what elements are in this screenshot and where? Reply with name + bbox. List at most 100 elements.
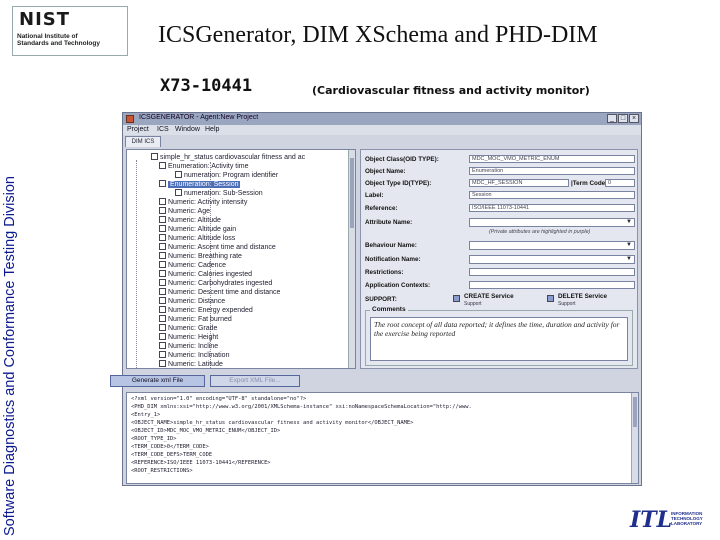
tree-item-label: numeration: Sub-Session — [184, 190, 263, 197]
tree-item-label: Numeric: Altitude gain — [168, 226, 237, 233]
tree-item-label: Numeric: Inclination — [168, 352, 230, 359]
itl-logo: ITL INFORMATION TECHNOLOGY LABORATORY — [630, 505, 710, 535]
object-node-icon — [159, 207, 166, 214]
slide-title: ICSGenerator, DIM XSchema and PHD-DIM — [158, 22, 598, 48]
xml-line: <OBJECT_ID>MDC_MOC_VMO_METRIC_ENUM</OBJE… — [131, 428, 281, 434]
division-side-text: Software Diagnostics and Conformance Tes… — [2, 176, 18, 536]
xml-line: <REFERENCE>ISO/IEEE 11073-10441</REFEREN… — [131, 460, 271, 466]
support-label: SUPPORT: — [365, 296, 397, 303]
tree-item-label: Numeric: Incline — [168, 343, 219, 350]
tree-guide-line — [136, 160, 137, 368]
tree-item-label: Numeric: Calories ingested — [168, 271, 253, 278]
tree-item-label: Numeric: Height — [168, 334, 219, 341]
behaviour-name-label: Behaviour Name: — [365, 242, 417, 249]
dim-object-tree[interactable]: simple_hr_status cardiovascular fitness … — [126, 149, 356, 369]
create-service-sublabel: Support — [464, 301, 482, 307]
xml-output-area[interactable]: <?xml version="1.0" encoding="UTF-8" sta… — [126, 392, 639, 484]
tree-item-label: numeration: Program identifier — [184, 172, 279, 179]
restrictions-label: Restrictions: — [365, 269, 404, 276]
application-contexts-label: Application Contexts: — [365, 282, 431, 289]
nist-logo-word: NIST — [19, 9, 71, 30]
object-node-icon — [159, 162, 166, 169]
comments-textarea[interactable]: The root concept of all data reported; i… — [370, 317, 628, 361]
menu-bar: Project ICS Window Help — [123, 125, 641, 135]
tree-item-label: Numeric: Cadence — [168, 262, 226, 269]
tree-item-label: Numeric: Altitude — [168, 217, 221, 224]
reference-label: Reference: — [365, 205, 398, 212]
object-node-icon — [159, 225, 166, 232]
restrictions-field[interactable] — [469, 268, 635, 276]
object-class-label: Object Class(OID TYPE): — [365, 156, 439, 163]
export-xml-button[interactable]: Export XML File... — [210, 375, 300, 387]
tree-item-label: Numeric: Grade — [168, 325, 218, 332]
object-node-icon — [159, 315, 166, 322]
window-titlebar[interactable]: ICSGENERATOR - Agent:New Project _ □ × — [123, 113, 641, 125]
object-node-icon — [159, 180, 166, 187]
tree-item[interactable]: Numeric: Latitude — [159, 360, 223, 368]
delete-service-checkbox[interactable] — [547, 295, 554, 302]
xml-line: <TERM_CODE>0</TERM_CODE> — [131, 444, 209, 450]
tree-item-label: simple_hr_status cardiovascular fitness … — [160, 154, 306, 161]
behaviour-name-dropdown[interactable]: ▼ — [469, 241, 635, 250]
reference-field[interactable]: ISO/IEEE 11073-10441 — [469, 204, 635, 212]
object-class-field[interactable]: MDC_MOC_VMO_METRIC_ENUM — [469, 155, 635, 163]
object-name-field[interactable]: Enumeration — [469, 167, 635, 175]
xml-line: <ROOT_TYPE_ID> — [131, 436, 177, 442]
tree-scrollbar[interactable] — [348, 150, 355, 368]
tree-item-label: Numeric: Activity intensity — [168, 199, 248, 206]
object-name-label: Object Name: — [365, 168, 406, 175]
create-service-label: CREATE Service — [464, 293, 514, 300]
tree-item-label: Numeric: Distance — [168, 298, 226, 305]
maximize-icon[interactable]: □ — [618, 114, 628, 123]
xml-scrollbar[interactable] — [631, 393, 638, 483]
close-icon[interactable]: × — [629, 114, 639, 123]
object-node-icon — [175, 189, 182, 196]
object-node-icon — [159, 216, 166, 223]
tree-item-label: Numeric: Descent time and distance — [168, 289, 281, 296]
menu-ics[interactable]: ICS — [157, 126, 169, 133]
slide-subtitle: (Cardiovascular fitness and activity mon… — [312, 84, 590, 97]
tree-item-label: Numeric: Age — [168, 208, 211, 215]
tree-scrollbar-thumb[interactable] — [350, 158, 354, 228]
itl-logo-text: INFORMATION TECHNOLOGY LABORATORY — [671, 511, 703, 526]
tree-item-label: Numeric: Breathing rate — [168, 253, 242, 260]
tab-dim-ics[interactable]: DIM ICS — [125, 136, 161, 147]
comments-group: Comments The root concept of all data re… — [365, 306, 633, 366]
tree-item-label: Numeric: Ascent time and distance — [168, 244, 276, 251]
object-node-icon — [159, 198, 166, 205]
object-node-icon — [159, 261, 166, 268]
attribute-name-dropdown[interactable]: ▼ — [469, 218, 635, 227]
object-node-icon — [159, 306, 166, 313]
object-properties-panel: Object Class(OID TYPE): MDC_MOC_VMO_METR… — [360, 149, 638, 369]
object-type-label: Object Type ID(TYPE): — [365, 180, 432, 187]
object-node-icon — [159, 297, 166, 304]
nist-logo-sub-line-2: Standards and Technology — [17, 40, 100, 47]
app-icon — [126, 115, 134, 123]
chevron-down-icon: ▼ — [626, 219, 632, 225]
object-node-icon — [159, 288, 166, 295]
chevron-down-icon: ▼ — [626, 242, 632, 248]
label-field[interactable]: Session — [469, 191, 635, 199]
xml-line: <?xml version="1.0" encoding="UTF-8" sta… — [131, 396, 307, 402]
object-node-icon — [159, 324, 166, 331]
delete-service-label: DELETE Service — [558, 293, 607, 300]
generate-xml-button[interactable]: Generate xml File — [110, 375, 205, 387]
create-service-checkbox[interactable] — [453, 295, 460, 302]
delete-service-sublabel: Support — [558, 301, 576, 307]
minimize-icon[interactable]: _ — [607, 114, 617, 123]
menu-project[interactable]: Project — [127, 126, 149, 133]
icsgenerator-window: ICSGENERATOR - Agent:New Project _ □ × P… — [110, 112, 642, 486]
attribute-name-label: Attribute Name: — [365, 219, 413, 226]
menu-help[interactable]: Help — [205, 126, 219, 133]
nist-logo: NIST National Institute of Standards and… — [12, 6, 128, 56]
notification-name-dropdown[interactable]: ▼ — [469, 255, 635, 264]
xml-line: <ROOT_RESTRICTIONS> — [131, 468, 193, 474]
menu-window[interactable]: Window — [175, 126, 200, 133]
application-contexts-field[interactable] — [469, 281, 635, 289]
xml-scrollbar-thumb[interactable] — [633, 397, 637, 427]
term-code-field[interactable]: 0 — [605, 179, 635, 187]
xml-line: <OBJECT_NAME>simple_hr_status cardiovasc… — [131, 420, 414, 426]
window-title: ICSGENERATOR - Agent:New Project — [139, 114, 259, 121]
nist-logo-subtitle: National Institute of Standards and Tech… — [17, 33, 100, 47]
object-type-field[interactable]: MDC_HF_SESSION — [469, 179, 569, 187]
